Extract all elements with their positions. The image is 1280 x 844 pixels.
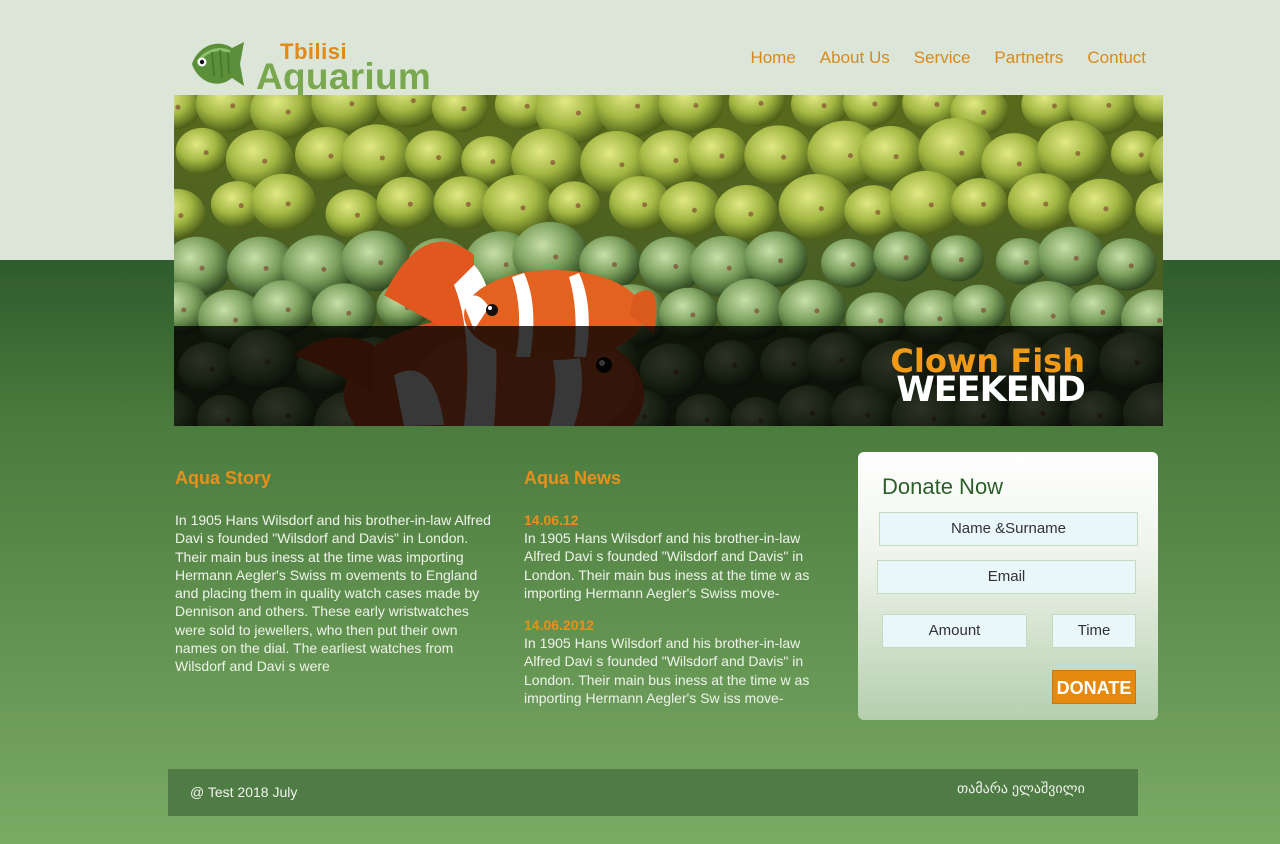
aqua-story-text: In 1905 Hans Wilsdorf and his brother-in… bbox=[175, 512, 491, 675]
hero-banner: Clown Fish WEEKEND bbox=[174, 95, 1163, 426]
aqua-news-section: Aqua News 14.06.12 In 1905 Hans Wilsdorf… bbox=[524, 468, 834, 707]
nav-contact[interactable]: Contuct bbox=[1087, 48, 1146, 68]
header: Tbilisi Aquarium Home About Us Service P… bbox=[174, 20, 1164, 97]
promo-title-line2: WEEKEND bbox=[896, 370, 1086, 410]
nav-about-us[interactable]: About Us bbox=[820, 48, 890, 68]
fish-logo-icon bbox=[192, 42, 244, 86]
main-nav: Home About Us Service Partnetrs Contuct bbox=[750, 48, 1146, 68]
amount-input[interactable]: Amount bbox=[882, 614, 1027, 648]
footer: @ Test 2018 July თამარა ელაშვილი bbox=[168, 769, 1138, 816]
news-date: 14.06.12 bbox=[524, 512, 579, 528]
news-date: 14.06.2012 bbox=[524, 617, 595, 634]
name-surname-input[interactable]: Name &Surname bbox=[879, 512, 1138, 546]
aqua-news-title: Aqua News bbox=[524, 468, 622, 488]
aqua-story-title: Aqua Story bbox=[175, 468, 272, 488]
logo-text-bottom: Aquarium bbox=[256, 56, 432, 97]
nav-home[interactable]: Home bbox=[750, 48, 795, 68]
promo-banner[interactable]: Clown Fish WEEKEND bbox=[174, 326, 1163, 426]
donate-button[interactable]: DONATE bbox=[1052, 670, 1136, 704]
footer-copyright: @ Test 2018 July bbox=[190, 784, 298, 800]
nav-service[interactable]: Service bbox=[914, 48, 971, 68]
time-input[interactable]: Time bbox=[1052, 614, 1136, 648]
news-text: In 1905 Hans Wilsdorf and his brother-in… bbox=[524, 530, 810, 601]
aqua-story-section: Aqua Story In 1905 Hans Wilsdorf and his… bbox=[175, 468, 495, 676]
nav-partners[interactable]: Partnetrs bbox=[994, 48, 1063, 68]
logo[interactable]: Tbilisi Aquarium bbox=[188, 32, 438, 97]
footer-author: თამარა ელაშვილი bbox=[957, 780, 1085, 796]
donate-title: Donate Now bbox=[882, 474, 1004, 499]
donate-form: Donate Now Name &Surname Email Amount Ti… bbox=[858, 452, 1158, 720]
news-text: In 1905 Hans Wilsdorf and his brother-in… bbox=[524, 635, 810, 707]
email-input[interactable]: Email bbox=[877, 560, 1136, 594]
